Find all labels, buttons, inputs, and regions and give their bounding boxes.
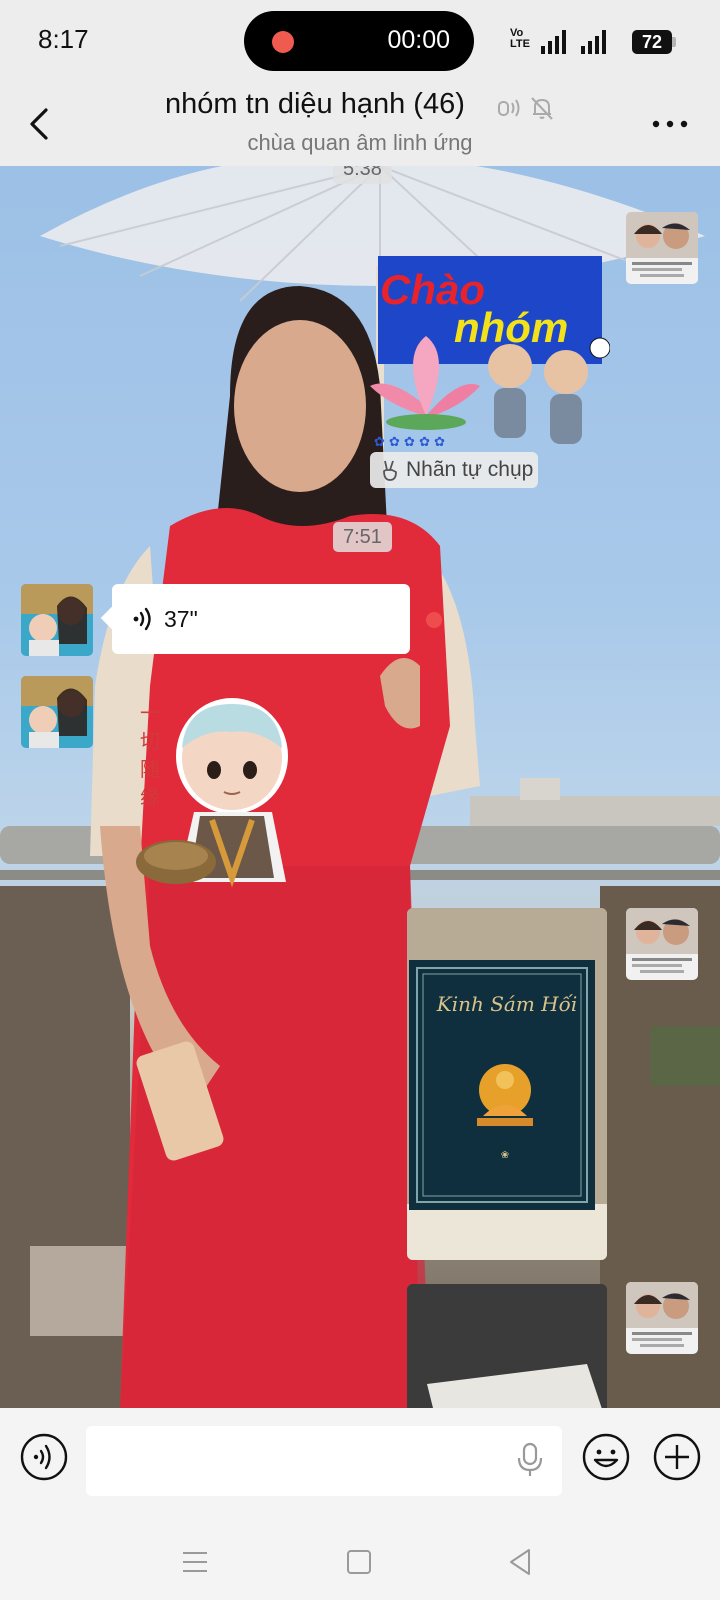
voice-message-bubble[interactable]: 37" <box>100 584 410 654</box>
voice-duration: 37" <box>164 606 198 632</box>
more-icon[interactable] <box>646 106 694 142</box>
back-triangle-icon[interactable] <box>505 1546 537 1578</box>
voice-wave-icon <box>133 607 151 631</box>
network-type-label: Vo LTE <box>510 28 530 50</box>
book-title-text: Kinh Sám Hối <box>436 992 578 1016</box>
microphone-icon[interactable] <box>516 1442 544 1478</box>
selfie-tag-label: Nhãn tự chụp <box>406 458 534 481</box>
avatar-photo <box>626 908 698 980</box>
avatar-photo <box>21 584 93 656</box>
book-photo-message[interactable]: ❀ Kinh Sám Hối <box>407 908 607 1260</box>
message-input[interactable] <box>86 1426 562 1496</box>
emoji-icon[interactable] <box>581 1432 631 1482</box>
recording-time: 00:00 <box>387 26 450 54</box>
plus-icon[interactable] <box>652 1432 702 1482</box>
time-separator: 7:51 <box>333 522 392 552</box>
signal-strength-2-icon <box>581 30 606 54</box>
avatar-photo <box>21 676 93 748</box>
svg-text:✿ ✿ ✿ ✿ ✿: ✿ ✿ ✿ ✿ ✿ <box>374 435 445 450</box>
avatar[interactable] <box>21 584 93 656</box>
status-bar: 8:17 00:00 Vo LTE 72 <box>0 0 720 82</box>
battery-tip <box>672 37 676 47</box>
lotus-monks-sticker-art: ✿ ✿ ✿ ✿ ✿ <box>370 336 610 450</box>
avatar[interactable] <box>21 676 93 748</box>
avatar-photo <box>626 1282 698 1354</box>
chat-header: nhóm tn diệu hạnh (46) chùa quan âm linh… <box>0 82 720 166</box>
mute-bell-icon <box>531 97 553 120</box>
book-photo-art: ❀ <box>407 908 607 1260</box>
avatar[interactable] <box>626 1282 698 1354</box>
svg-text:缘: 缘 <box>140 785 160 809</box>
svg-text:一: 一 <box>140 701 160 725</box>
time-separator: 5:38 <box>333 166 392 184</box>
chat-area[interactable]: 5:38 Chào nhóm ✿ ✿ ✿ ✿ ✿ Nhãn tự chụp 7: <box>0 166 720 1408</box>
avatar[interactable] <box>626 908 698 980</box>
battery-indicator: 72 <box>632 30 676 54</box>
svg-text:❀: ❀ <box>501 1150 509 1161</box>
screen-recording-pill[interactable]: 00:00 <box>244 11 474 71</box>
avatar-photo <box>626 212 698 284</box>
peace-hand-icon <box>383 460 397 481</box>
menu-icon[interactable] <box>179 1546 211 1578</box>
message-input-bar <box>0 1408 720 1520</box>
photo-message[interactable] <box>407 1284 607 1408</box>
photo-message-art <box>407 1284 607 1408</box>
battery-level: 72 <box>632 30 672 54</box>
selfie-tag-chip[interactable]: Nhãn tự chụp <box>370 452 538 488</box>
status-time: 8:17 <box>38 24 89 54</box>
unread-voice-dot <box>426 612 442 628</box>
system-navigation-bar <box>0 1520 720 1600</box>
chat-background-photo <box>0 166 720 1408</box>
signal-strength-icon <box>541 30 566 54</box>
group-subtitle: chùa quan âm linh ứng <box>247 130 473 155</box>
network-label-lte: LTE <box>510 38 530 50</box>
little-monk-sticker[interactable]: 一 切 随 缘 <box>136 692 312 892</box>
home-square-icon[interactable] <box>343 1546 375 1578</box>
svg-text:随: 随 <box>140 757 160 781</box>
recording-dot-icon <box>272 31 294 53</box>
avatar[interactable] <box>626 212 698 284</box>
voice-mode-icon[interactable] <box>19 1432 69 1482</box>
svg-text:切: 切 <box>140 729 160 753</box>
voice-wave-icon <box>498 99 520 117</box>
group-title: nhóm tn diệu hạnh (46) <box>165 88 465 120</box>
